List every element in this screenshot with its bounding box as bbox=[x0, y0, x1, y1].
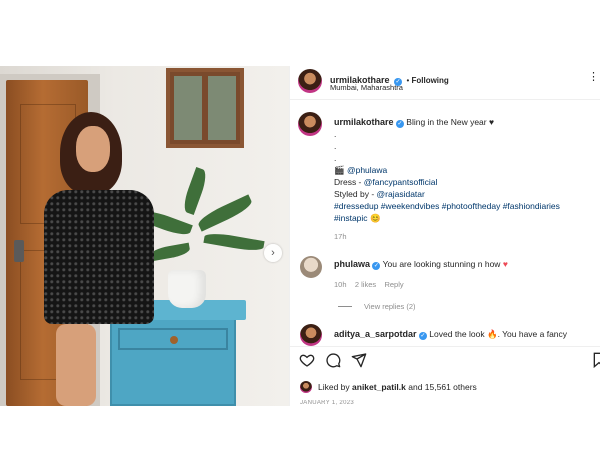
action-bar bbox=[289, 352, 600, 374]
post-date[interactable]: JANUARY 1, 2023 bbox=[300, 400, 354, 406]
replies-divider bbox=[338, 306, 352, 307]
comment-text-2: Loved the look bbox=[429, 329, 485, 339]
liked-by-prefix: Liked by bbox=[318, 382, 353, 392]
styled-label: Styled by - bbox=[334, 189, 377, 199]
bookmark-icon[interactable] bbox=[593, 352, 600, 368]
post-photo[interactable]: › bbox=[0, 66, 289, 406]
mention-rajasidatar[interactable]: @rajasidatar bbox=[377, 189, 425, 199]
liked-by-user[interactable]: aniket_patil.k bbox=[352, 382, 406, 392]
caption-hashtags-2: #instapic 😊 bbox=[334, 212, 381, 224]
comment-line: phulawa ✓ You are looking stunning n how… bbox=[334, 258, 508, 270]
sequin-dress bbox=[44, 190, 154, 324]
caption-hashtags[interactable]: #dressedup #weekendvibes #photooftheday … bbox=[334, 200, 560, 212]
share-icon[interactable] bbox=[351, 352, 367, 368]
window-pane-left bbox=[174, 76, 202, 140]
caption-first-line: urmilakothare ✓ Bling in the New year ♥ bbox=[334, 116, 494, 128]
fire-icon: 🔥 bbox=[486, 329, 498, 339]
instagram-post: › urmilakothare ✓ • Following Mumbai, Ma… bbox=[0, 66, 600, 406]
person bbox=[38, 112, 158, 406]
window-pane-right bbox=[208, 76, 236, 140]
door-handle bbox=[14, 240, 24, 262]
person-face bbox=[76, 126, 110, 172]
view-replies-button[interactable]: View replies (2) bbox=[364, 302, 416, 311]
author-location[interactable]: Mumbai, Maharashtra bbox=[330, 83, 403, 92]
caption-text: Bling in the New year bbox=[406, 117, 487, 127]
cabinet-knob bbox=[170, 336, 178, 344]
commenter-avatar[interactable] bbox=[300, 256, 322, 278]
caption-time[interactable]: 17h bbox=[334, 232, 347, 241]
more-options-icon[interactable]: ⋮ bbox=[588, 70, 599, 83]
verified-icon: ✓ bbox=[395, 120, 404, 128]
person-legs bbox=[56, 324, 96, 406]
clapper-icon: 🎬 bbox=[334, 165, 345, 175]
caption-dress-credit: Dress - @fancypantsofficial bbox=[334, 176, 437, 188]
caption-avatar[interactable] bbox=[298, 112, 322, 136]
comment-line-2: aditya_a_sarpotdar ✓ Loved the look 🔥. Y… bbox=[334, 328, 567, 340]
comment-icon[interactable] bbox=[325, 352, 341, 368]
liked-by-suffix[interactable]: and 15,561 others bbox=[406, 382, 477, 392]
verified-icon: ✓ bbox=[372, 262, 381, 270]
wall-window-frame bbox=[166, 68, 244, 148]
plant-pot bbox=[168, 270, 206, 308]
liker-avatar[interactable] bbox=[300, 381, 312, 393]
comment-username-2[interactable]: aditya_a_sarpotdar bbox=[334, 329, 417, 339]
commenter-avatar-2[interactable] bbox=[300, 324, 322, 346]
caption-dot: . bbox=[334, 141, 337, 151]
reply-button[interactable]: Reply bbox=[384, 280, 403, 289]
verified-icon: ✓ bbox=[418, 332, 427, 340]
comment-text-2-more: . You have a fancy bbox=[497, 329, 568, 339]
liked-by-line: Liked by aniket_patil.k and 15,561 other… bbox=[318, 382, 477, 392]
hashtag-instapic[interactable]: #instapic bbox=[334, 213, 368, 223]
smiley-icon: 😊 bbox=[369, 213, 381, 223]
dress-label: Dress - bbox=[334, 177, 364, 187]
caption-dot: . bbox=[334, 153, 337, 163]
comment-likes[interactable]: 2 likes bbox=[355, 280, 376, 289]
comment-meta: 10h 2 likes Reply bbox=[334, 280, 404, 289]
author-avatar[interactable] bbox=[298, 69, 322, 93]
post-header: urmilakothare ✓ • Following Mumbai, Maha… bbox=[290, 66, 600, 100]
comment-time[interactable]: 10h bbox=[334, 280, 347, 289]
next-icon[interactable]: › bbox=[264, 244, 282, 262]
mention-phulawa[interactable]: @phulawa bbox=[347, 165, 387, 175]
red-heart-icon: ♥ bbox=[502, 259, 508, 269]
heart-outline-icon[interactable] bbox=[299, 352, 315, 368]
caption-photo-credit: 🎬 @phulawa bbox=[334, 164, 387, 176]
black-heart-icon: ♥ bbox=[488, 117, 495, 127]
follow-button[interactable]: Following bbox=[411, 76, 448, 85]
comment-text: You are looking stunning n how bbox=[382, 259, 501, 269]
mention-fancypants[interactable]: @fancypantsofficial bbox=[364, 177, 438, 187]
caption-styled-credit: Styled by - @rajasidatar bbox=[334, 188, 425, 200]
caption-dot: . bbox=[334, 129, 337, 139]
comment-username[interactable]: phulawa bbox=[334, 259, 370, 269]
caption-username[interactable]: urmilakothare bbox=[334, 117, 394, 127]
